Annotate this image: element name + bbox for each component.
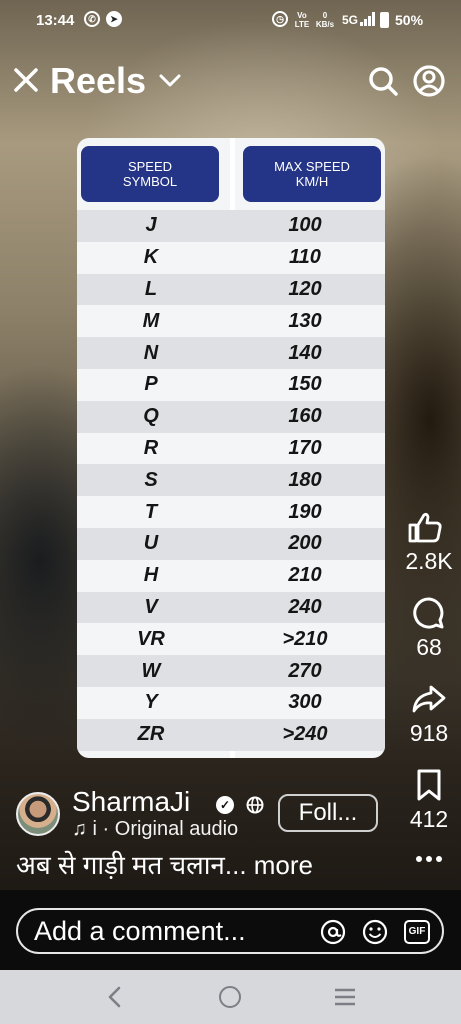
speed-symbol-cell: V xyxy=(144,595,158,618)
audio-label[interactable]: ♫ i · Original audio xyxy=(72,818,238,841)
max-speed-cell: 100 xyxy=(288,214,322,237)
speed-symbol-cell: R xyxy=(143,436,159,459)
max-speed-cell: 200 xyxy=(288,532,322,555)
follow-button[interactable]: Foll... xyxy=(278,794,378,832)
table-row: V 240 xyxy=(77,591,385,624)
table-row: VR >210 xyxy=(77,623,385,656)
speed-symbol-cell: VR xyxy=(137,627,165,650)
table-row: Q 160 xyxy=(77,400,385,433)
speed-symbol-cell: S xyxy=(144,468,158,491)
status-time: 13:44 xyxy=(36,12,75,29)
speed-symbol-cell: L xyxy=(144,277,158,300)
save-count: 412 xyxy=(409,806,449,832)
speed-symbol-cell: Q xyxy=(143,405,159,428)
like-count: 2.8K xyxy=(405,548,453,574)
max-speed-header: MAX SPEED KM/H xyxy=(243,146,381,202)
speed-symbol-cell: J xyxy=(145,214,157,237)
table-row: L 120 xyxy=(77,273,385,306)
signal-bars-icon xyxy=(360,12,375,26)
speed-symbol-header: SPEED SYMBOL xyxy=(81,146,219,202)
max-speed-cell: 120 xyxy=(288,277,322,300)
table-body: J 100 K 110 L 120 M 130 N 140 P 150 Q 160 R 170 S 180 T 190… xyxy=(77,210,385,751)
signal-type: 5G xyxy=(342,13,359,27)
comment-count: 68 xyxy=(416,634,442,660)
close-icon[interactable] xyxy=(12,66,40,94)
system-nav-bar xyxy=(0,970,461,1024)
max-speed-cell: 170 xyxy=(288,436,322,459)
share-icon[interactable] xyxy=(400,684,458,714)
table-row: W 270 xyxy=(77,655,385,687)
speed-symbol-cell: Y xyxy=(144,691,158,714)
max-speed-cell: 190 xyxy=(288,500,322,523)
speed-symbol-cell: T xyxy=(144,500,158,523)
max-speed-cell: 210 xyxy=(288,564,322,587)
battery-percent: 50% xyxy=(395,12,424,28)
max-speed-cell: 300 xyxy=(288,691,322,714)
table-row: H 210 xyxy=(77,559,385,592)
search-icon[interactable] xyxy=(366,64,400,98)
profile-icon[interactable] xyxy=(412,64,446,98)
emoji-icon[interactable] xyxy=(362,919,388,945)
speed-rating-table: SPEED SYMBOL MAX SPEED KM/H J 100 K 110 L 120… xyxy=(77,138,385,758)
max-speed-cell: 240 xyxy=(288,595,322,618)
share-count: 918 xyxy=(409,720,449,746)
table-row: J 100 xyxy=(77,210,385,242)
page-title[interactable]: Reels xyxy=(50,60,146,102)
volte-indicator: Vo LTE xyxy=(294,11,310,29)
table-row: N 140 xyxy=(77,337,385,369)
max-speed-cell: 140 xyxy=(288,341,322,364)
speed-symbol-cell: P xyxy=(144,373,158,396)
mention-icon[interactable] xyxy=(320,919,346,945)
table-row: S 180 xyxy=(77,464,385,497)
max-speed-cell: >210 xyxy=(282,627,328,650)
author-row: SharmaJi ✓ ♫ i · Original audio Foll... xyxy=(14,786,394,850)
table-row: K 110 xyxy=(77,241,385,274)
battery-icon xyxy=(380,12,389,28)
bookmark-icon[interactable] xyxy=(400,768,458,802)
alarm-icon: ◷ xyxy=(272,11,288,27)
recents-icon[interactable] xyxy=(333,987,357,1007)
speed-symbol-cell: U xyxy=(143,532,159,555)
comment-input[interactable]: Add a comment... GIF xyxy=(16,908,444,954)
globe-icon xyxy=(246,796,264,814)
like-icon[interactable] xyxy=(400,510,458,544)
speed-symbol-cell: M xyxy=(142,309,160,332)
back-icon[interactable] xyxy=(104,985,126,1009)
author-name[interactable]: SharmaJi xyxy=(72,786,190,818)
comment-icon[interactable] xyxy=(400,596,458,630)
comment-placeholder: Add a comment... xyxy=(34,916,246,946)
max-speed-cell: 110 xyxy=(289,246,321,269)
more-options-icon[interactable] xyxy=(414,852,444,866)
avatar[interactable] xyxy=(16,792,60,836)
max-speed-cell: 130 xyxy=(288,309,322,332)
max-speed-cell: 150 xyxy=(288,373,322,396)
speed-symbol-cell: K xyxy=(143,246,159,269)
table-row: P 150 xyxy=(77,368,385,401)
max-speed-cell: 180 xyxy=(288,468,322,491)
whatsapp-icon: ✆ xyxy=(84,11,100,27)
speed-symbol-cell: W xyxy=(141,659,161,682)
network-speed: 0 KB/s xyxy=(315,11,335,29)
status-bar: 13:44 ✆ ➤ ◷ Vo LTE 0 KB/s 5G 50% xyxy=(0,0,461,40)
table-row: U 200 xyxy=(77,527,385,560)
speed-symbol-cell: H xyxy=(143,564,159,587)
speed-symbol-cell: N xyxy=(143,341,159,364)
comment-bar: Add a comment... GIF xyxy=(0,890,461,970)
max-speed-cell: 160 xyxy=(288,405,322,428)
max-speed-cell: >240 xyxy=(282,723,328,746)
table-row: Y 300 xyxy=(77,686,385,719)
table-row: M 130 xyxy=(77,305,385,338)
table-row: R 170 xyxy=(77,432,385,465)
table-row: ZR >240 xyxy=(77,718,385,751)
max-speed-cell: 270 xyxy=(288,659,322,682)
speed-symbol-cell: ZR xyxy=(137,723,165,746)
caption-text[interactable]: अब से गाड़ी मत चलान... more xyxy=(16,846,313,882)
reels-header: Reels xyxy=(0,58,461,108)
table-row: T 190 xyxy=(77,496,385,528)
chevron-down-icon[interactable] xyxy=(158,70,182,90)
verified-badge-icon: ✓ xyxy=(216,796,234,814)
home-icon[interactable] xyxy=(219,986,241,1008)
navigation-icon: ➤ xyxy=(106,11,122,27)
gif-icon[interactable]: GIF xyxy=(404,920,430,944)
